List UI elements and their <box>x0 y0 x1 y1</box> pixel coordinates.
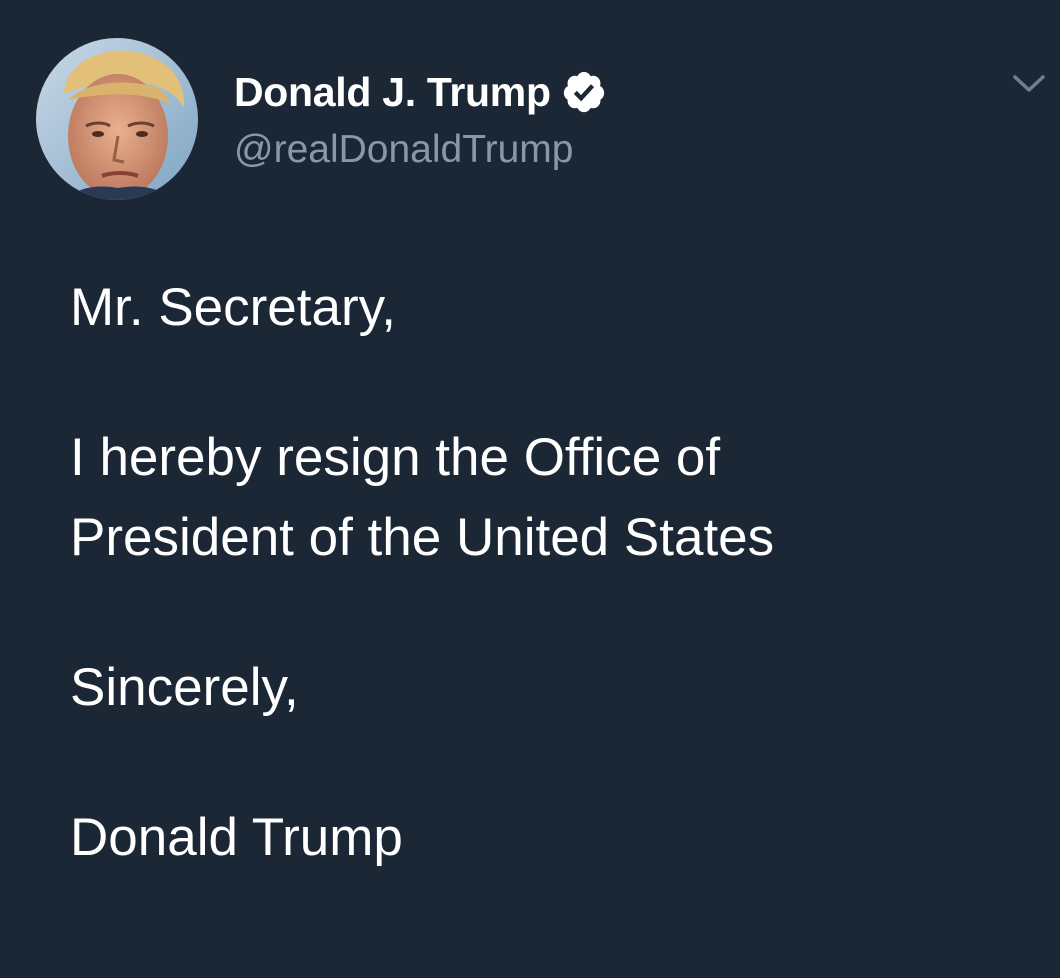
author-handle[interactable]: @realDonaldTrump <box>234 128 573 172</box>
tweet-line: Donald Trump <box>70 808 403 867</box>
verified-badge-icon <box>561 69 607 115</box>
tweet-line: Sincerely, <box>70 658 299 717</box>
tweet-line: President of the United States <box>70 508 775 567</box>
tweet-paragraph: Sincerely, <box>70 648 1030 728</box>
tweet-paragraph: Mr. Secretary, <box>70 268 1030 348</box>
tweet-menu-button[interactable] <box>1006 64 1052 104</box>
author-name-row[interactable]: Donald J. Trump <box>234 66 607 118</box>
tweet-line: Mr. Secretary, <box>70 278 396 337</box>
tweet-line: I hereby resign the Office of <box>70 428 721 487</box>
chevron-down-icon <box>1013 75 1045 92</box>
tweet-paragraph: I hereby resign the Office of President o… <box>70 418 1030 578</box>
author-avatar[interactable] <box>36 38 198 200</box>
avatar-image <box>36 38 198 200</box>
tweet-paragraph: Donald Trump <box>70 798 1030 878</box>
tweet-body: Mr. Secretary, I hereby resign the Offic… <box>70 268 1030 878</box>
author-display-name[interactable]: Donald J. Trump <box>234 69 551 116</box>
tweet-card: Donald J. Trump @realDonaldTrump Mr. Sec… <box>0 0 1060 978</box>
